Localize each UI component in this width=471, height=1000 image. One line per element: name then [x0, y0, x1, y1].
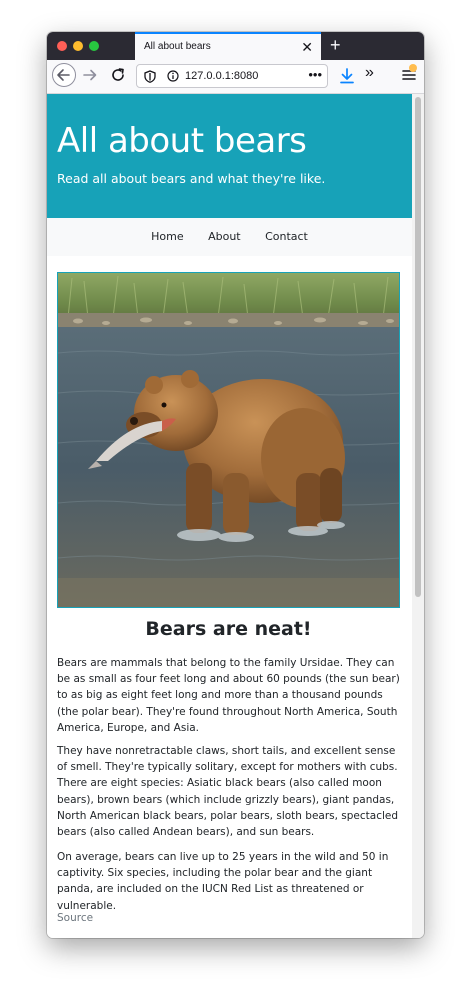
nav-link-home[interactable]: Home: [151, 218, 183, 256]
article-heading: Bears are neat!: [145, 618, 312, 640]
page-title: All about bears: [57, 121, 307, 161]
site-info-icon[interactable]: [167, 70, 179, 82]
close-tab-icon[interactable]: ✕: [301, 38, 313, 56]
update-badge-icon: [409, 64, 417, 72]
bear-photo: [57, 272, 400, 608]
page-viewport: All about bears Read all about bears and…: [47, 94, 412, 938]
address-bar[interactable]: 127.0.0.1:8080 •••: [136, 64, 328, 88]
site-nav: Home About Contact: [47, 218, 412, 256]
back-arrow-icon: [57, 69, 70, 81]
url-text[interactable]: 127.0.0.1:8080: [185, 70, 258, 82]
page-tagline: Read all about bears and what they're li…: [57, 171, 326, 186]
article-paragraph-2: They have nonretractable claws, short ta…: [57, 745, 399, 839]
page-actions-icon[interactable]: •••: [308, 67, 322, 82]
new-tab-button[interactable]: +: [330, 34, 341, 56]
browser-window: All about bears ✕ + 127.0.0.1:8080 ••• »…: [47, 32, 424, 938]
navigation-toolbar: 127.0.0.1:8080 ••• »: [47, 60, 424, 94]
nav-link-contact[interactable]: Contact: [265, 218, 308, 256]
article-paragraph-3: On average, bears can live up to 25 year…: [57, 851, 389, 912]
close-window-button[interactable]: [57, 41, 67, 51]
source-link[interactable]: Source: [57, 912, 93, 924]
back-button[interactable]: [52, 63, 76, 87]
zoom-window-button[interactable]: [89, 41, 99, 51]
nav-link-about[interactable]: About: [208, 218, 241, 256]
forward-arrow-icon: [83, 69, 97, 81]
forward-button[interactable]: [82, 67, 98, 83]
bear-with-salmon-image: [58, 273, 399, 607]
article-paragraph-1: Bears are mammals that belong to the fam…: [57, 657, 400, 734]
vertical-scrollbar[interactable]: [412, 94, 424, 938]
tab-title: All about bears: [144, 41, 211, 52]
tab-all-about-bears[interactable]: All about bears ✕: [135, 32, 321, 60]
tracking-protection-shield-icon[interactable]: [144, 70, 156, 83]
page-header: All about bears Read all about bears and…: [47, 94, 412, 218]
scrollbar-thumb[interactable]: [415, 97, 421, 597]
minimize-window-button[interactable]: [73, 41, 83, 51]
reload-icon: [112, 68, 124, 81]
downloads-icon[interactable]: [339, 68, 355, 84]
reload-button[interactable]: [110, 67, 126, 83]
tab-bar: All about bears ✕ +: [47, 32, 424, 60]
overflow-menu-icon[interactable]: »: [365, 64, 374, 82]
